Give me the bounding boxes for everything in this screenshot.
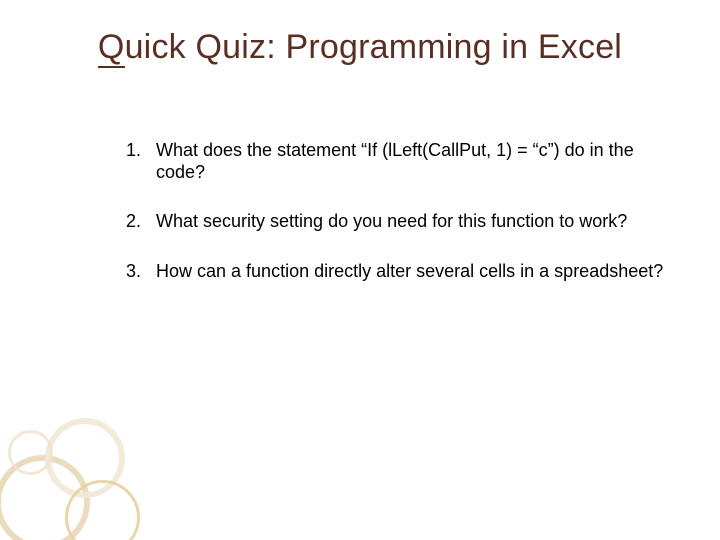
list-item: What does the statement “If (lLeft(CallP… [146, 140, 676, 183]
ring-icon [65, 480, 140, 540]
decorative-rings [0, 400, 140, 540]
question-list: What does the statement “If (lLeft(CallP… [118, 140, 676, 310]
question-text: What does the statement “If (lLeft(CallP… [156, 140, 634, 182]
title-remainder: uick Quiz: Programming in Excel [125, 28, 622, 66]
question-text: What security setting do you need for th… [156, 211, 627, 231]
slide-title: Quick Quiz: Programming in Excel [0, 28, 720, 67]
question-text: How can a function directly alter severa… [156, 261, 663, 281]
title-underline-letter: Q [98, 28, 125, 68]
ring-icon [8, 430, 53, 475]
list-item: What security setting do you need for th… [146, 211, 676, 233]
list-item: How can a function directly alter severa… [146, 261, 676, 283]
slide: Quick Quiz: Programming in Excel What do… [0, 0, 720, 540]
